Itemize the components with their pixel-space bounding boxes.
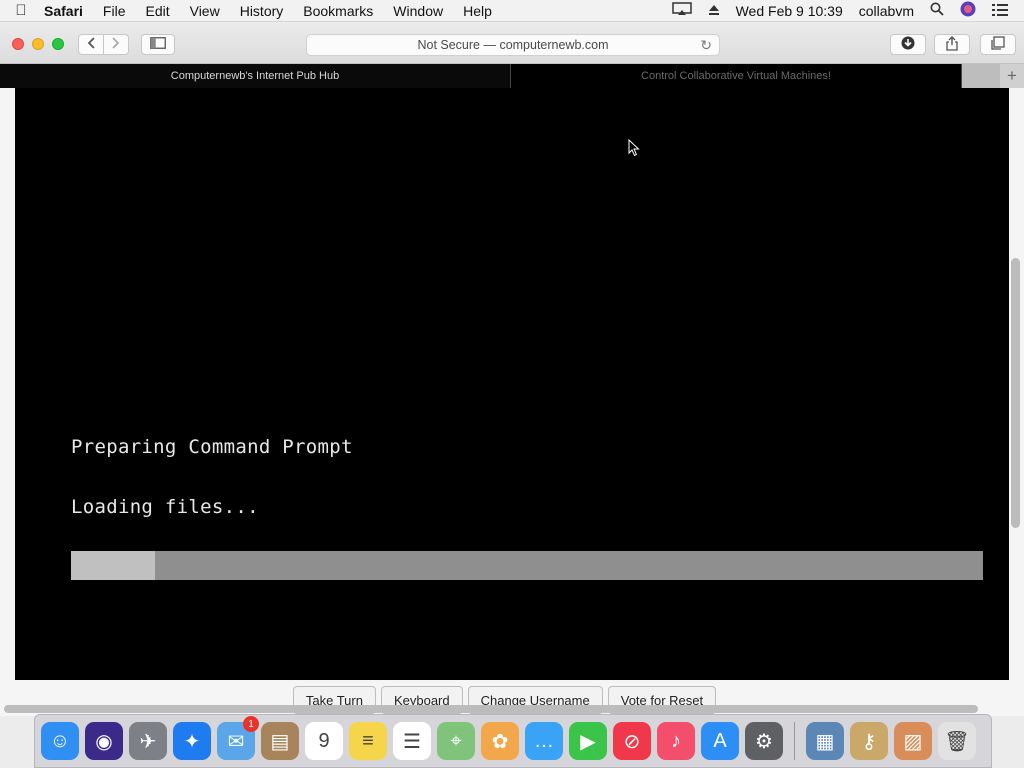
sidebar-icon — [150, 37, 166, 52]
siri-icon[interactable] — [952, 1, 984, 20]
mouse-pointer-icon — [628, 138, 640, 162]
dock-notes-icon[interactable]: ≡ — [349, 722, 387, 760]
notification-center-icon[interactable] — [984, 3, 1016, 19]
downloads-button[interactable] — [890, 34, 926, 55]
vm-progress-fill — [71, 551, 155, 580]
dock-launchpad-icon[interactable]: ✈ — [129, 722, 167, 760]
plus-icon: + — [1007, 66, 1017, 85]
share-icon — [946, 35, 958, 54]
dock-messages-icon[interactable]: … — [525, 722, 563, 760]
tab-overview-button[interactable] — [980, 34, 1016, 55]
back-button[interactable] — [78, 34, 104, 55]
browser-toolbar: Not Secure — computernewb.com ↻ — [0, 23, 1024, 64]
notification-badge: 1 — [243, 716, 259, 732]
dock-contacts-icon[interactable]: ▤ — [261, 722, 299, 760]
address-bar[interactable]: Not Secure — computernewb.com ↻ — [306, 34, 720, 56]
forward-button[interactable] — [103, 34, 129, 55]
download-icon — [901, 36, 915, 53]
dock-photos-icon[interactable]: ✿ — [481, 722, 519, 760]
menubar-clock[interactable]: Wed Feb 9 10:39 — [728, 3, 851, 19]
chevron-right-icon — [112, 37, 120, 52]
menu-history[interactable]: History — [230, 3, 294, 19]
menu-app-name[interactable]: Safari — [42, 3, 93, 19]
web-page: Preparing Command Prompt Loading files..… — [0, 88, 1024, 716]
menu-window[interactable]: Window — [383, 3, 453, 19]
share-button[interactable] — [934, 34, 970, 55]
dock-downloads-stack-icon[interactable]: ▨ — [894, 722, 932, 760]
minimize-window-button[interactable] — [32, 38, 44, 50]
dock-separator — [794, 722, 795, 760]
vertical-scrollbar[interactable] — [1011, 258, 1020, 528]
spotlight-search-icon[interactable] — [922, 2, 952, 19]
horizontal-scrollbar[interactable] — [4, 705, 978, 713]
reload-icon[interactable]: ↻ — [700, 37, 712, 54]
vm-progress-bar — [71, 551, 983, 580]
dock-reminders-icon[interactable]: ☰ — [393, 722, 431, 760]
dock-mail-icon[interactable]: ✉ 1 — [217, 716, 259, 760]
dock-news-icon[interactable]: ⊘ — [613, 722, 651, 760]
eject-icon[interactable] — [700, 3, 728, 19]
menu-edit[interactable]: Edit — [135, 3, 179, 19]
zoom-window-button[interactable] — [52, 38, 64, 50]
vm-display[interactable]: Preparing Command Prompt Loading files..… — [15, 88, 1009, 680]
vm-loading-line: Loading files... — [71, 496, 259, 518]
airplay-icon[interactable] — [664, 2, 700, 19]
tab-bar-spacer — [962, 64, 1000, 88]
tab-label: Control Collaborative Virtual Machines! — [641, 70, 831, 82]
tabs-icon — [991, 36, 1005, 53]
dock-preview-icon[interactable]: ▦ — [806, 722, 844, 760]
dock-calendar-icon[interactable]: 9 — [305, 722, 343, 760]
apple-menu-icon[interactable]:  — [0, 2, 42, 19]
dock: ☺ ◉ ✈ ✦ ✉ 1 ▤ 9 ≡ ☰ ⌖ ✿… ▶ ⊘ ♪ A ⚙ ▦ ⚷ ▨ 🗑 — [34, 714, 992, 768]
menu-help[interactable]: Help — [453, 3, 502, 19]
dock-siri-icon[interactable]: ◉ — [85, 722, 123, 760]
tab-label: Computernewb's Internet Pub Hub — [170, 70, 340, 82]
dock-trash-icon[interactable]: 🗑 — [938, 722, 976, 760]
menu-file[interactable]: File — [93, 3, 136, 19]
menu-view[interactable]: View — [180, 3, 230, 19]
address-text: Not Secure — computernewb.com — [417, 38, 609, 52]
dock-safari-icon[interactable]: ✦ — [173, 722, 211, 760]
dock-maps-icon[interactable]: ⌖ — [437, 722, 475, 760]
chevron-left-icon — [87, 37, 95, 52]
close-window-button[interactable] — [12, 38, 24, 50]
dock-keychain-access-icon[interactable]: ⚷ — [850, 722, 888, 760]
menu-bookmarks[interactable]: Bookmarks — [293, 3, 383, 19]
dock-system-preferences-icon[interactable]: ⚙ — [745, 722, 783, 760]
dock-app-store-icon[interactable]: A — [701, 722, 739, 760]
dock-music-icon[interactable]: ♪ — [657, 722, 695, 760]
tab-bar: Computernewb's Internet Pub Hub Control … — [0, 64, 1024, 88]
menubar-username[interactable]: collabvm — [851, 3, 922, 19]
new-tab-button[interactable]: + — [1000, 64, 1024, 88]
menu-bar:  Safari File Edit View History Bookmark… — [0, 0, 1024, 22]
dock-finder-icon[interactable]: ☺ — [41, 722, 79, 760]
vm-status-line: Preparing Command Prompt — [71, 436, 353, 458]
tab-pub-hub[interactable]: Computernewb's Internet Pub Hub — [0, 64, 511, 88]
dock-facetime-icon[interactable]: ▶ — [569, 722, 607, 760]
tab-collabvm[interactable]: Control Collaborative Virtual Machines! — [511, 64, 962, 88]
sidebar-toggle-button[interactable] — [141, 34, 175, 55]
